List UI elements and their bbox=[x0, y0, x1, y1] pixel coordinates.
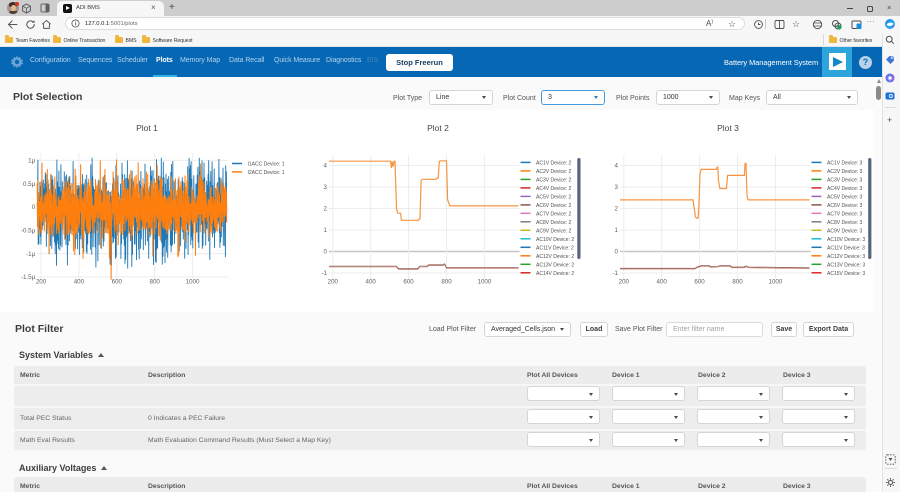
svg-text:AC12V Device: 2: AC12V Device: 2 bbox=[536, 254, 574, 260]
svg-text:400: 400 bbox=[366, 279, 377, 286]
svg-text:2: 2 bbox=[615, 206, 619, 213]
svg-text:600: 600 bbox=[694, 279, 705, 286]
svg-text:-1: -1 bbox=[612, 270, 618, 277]
svg-text:Plot 2: Plot 2 bbox=[427, 123, 449, 133]
svg-text:AC10V Device: 2: AC10V Device: 2 bbox=[536, 237, 574, 243]
svg-text:200: 200 bbox=[328, 279, 339, 286]
svg-text:-1.5μ: -1.5μ bbox=[21, 274, 36, 281]
svg-text:AC1V Device: 3: AC1V Device: 3 bbox=[827, 160, 863, 166]
svg-text:800: 800 bbox=[441, 279, 452, 286]
svg-text:AC1V Device: 2: AC1V Device: 2 bbox=[536, 160, 572, 166]
svg-text:AC9V Device: 3: AC9V Device: 3 bbox=[827, 228, 863, 234]
svg-text:I1ACC Device: 1: I1ACC Device: 1 bbox=[248, 162, 285, 168]
svg-text:AC7V Device: 2: AC7V Device: 2 bbox=[536, 211, 572, 217]
svg-text:600: 600 bbox=[403, 279, 414, 286]
svg-text:AC6V Device: 2: AC6V Device: 2 bbox=[536, 203, 572, 209]
svg-text:Plot 1: Plot 1 bbox=[136, 123, 158, 133]
svg-text:I2ACC Device: 1: I2ACC Device: 1 bbox=[248, 170, 285, 176]
svg-text:0.5μ: 0.5μ bbox=[23, 181, 36, 188]
svg-text:800: 800 bbox=[150, 279, 161, 286]
svg-text:0: 0 bbox=[615, 249, 619, 256]
svg-text:AC6V Device: 3: AC6V Device: 3 bbox=[827, 203, 863, 209]
svg-text:1000: 1000 bbox=[186, 279, 200, 286]
svg-text:1: 1 bbox=[324, 227, 328, 234]
svg-text:1000: 1000 bbox=[769, 279, 783, 286]
svg-text:4: 4 bbox=[615, 163, 619, 170]
svg-text:0: 0 bbox=[324, 249, 328, 256]
svg-text:1μ: 1μ bbox=[28, 158, 35, 165]
svg-text:AC13V Device: 3: AC13V Device: 3 bbox=[827, 262, 865, 268]
svg-text:AC8V Device: 2: AC8V Device: 2 bbox=[536, 220, 572, 226]
svg-text:200: 200 bbox=[619, 279, 630, 286]
svg-text:AC2V Device: 2: AC2V Device: 2 bbox=[536, 169, 572, 175]
svg-text:0: 0 bbox=[32, 204, 36, 211]
svg-text:400: 400 bbox=[657, 279, 668, 286]
svg-text:Plot 3: Plot 3 bbox=[717, 123, 739, 133]
svg-text:AC13V Device: 2: AC13V Device: 2 bbox=[536, 262, 574, 268]
svg-text:AC3V Device: 3: AC3V Device: 3 bbox=[827, 177, 863, 183]
svg-text:AC4V Device: 2: AC4V Device: 2 bbox=[536, 186, 572, 192]
svg-text:AC5V Device: 2: AC5V Device: 2 bbox=[536, 194, 572, 200]
svg-text:AC12V Device: 3: AC12V Device: 3 bbox=[827, 254, 865, 260]
svg-text:-1μ: -1μ bbox=[26, 251, 36, 258]
svg-text:AC4V Device: 3: AC4V Device: 3 bbox=[827, 186, 863, 192]
svg-text:AC7V Device: 3: AC7V Device: 3 bbox=[827, 211, 863, 217]
svg-text:AC15V Device: 3: AC15V Device: 3 bbox=[827, 271, 865, 277]
svg-text:600: 600 bbox=[112, 279, 123, 286]
svg-text:AC8V Device: 3: AC8V Device: 3 bbox=[827, 220, 863, 226]
svg-text:AC11V Device: 3: AC11V Device: 3 bbox=[827, 245, 865, 251]
svg-text:AC14V Device: 2: AC14V Device: 2 bbox=[536, 271, 574, 277]
svg-text:400: 400 bbox=[74, 279, 85, 286]
svg-text:1000: 1000 bbox=[478, 279, 492, 286]
svg-text:AC2V Device: 3: AC2V Device: 3 bbox=[827, 169, 863, 175]
svg-text:3: 3 bbox=[324, 184, 328, 191]
svg-text:200: 200 bbox=[36, 279, 47, 286]
svg-text:2: 2 bbox=[324, 206, 328, 213]
svg-text:800: 800 bbox=[732, 279, 743, 286]
svg-text:-1: -1 bbox=[321, 270, 327, 277]
svg-text:AC10V Device: 3: AC10V Device: 3 bbox=[827, 237, 865, 243]
svg-text:AC5V Device: 3: AC5V Device: 3 bbox=[827, 194, 863, 200]
svg-text:1: 1 bbox=[615, 227, 619, 234]
svg-text:AC9V Device: 2: AC9V Device: 2 bbox=[536, 228, 572, 234]
svg-text:-0.5μ: -0.5μ bbox=[21, 228, 36, 235]
svg-text:AC11V Device: 2: AC11V Device: 2 bbox=[536, 245, 574, 251]
svg-text:3: 3 bbox=[615, 184, 619, 191]
svg-text:4: 4 bbox=[324, 163, 328, 170]
svg-text:AC3V Device: 2: AC3V Device: 2 bbox=[536, 177, 572, 183]
